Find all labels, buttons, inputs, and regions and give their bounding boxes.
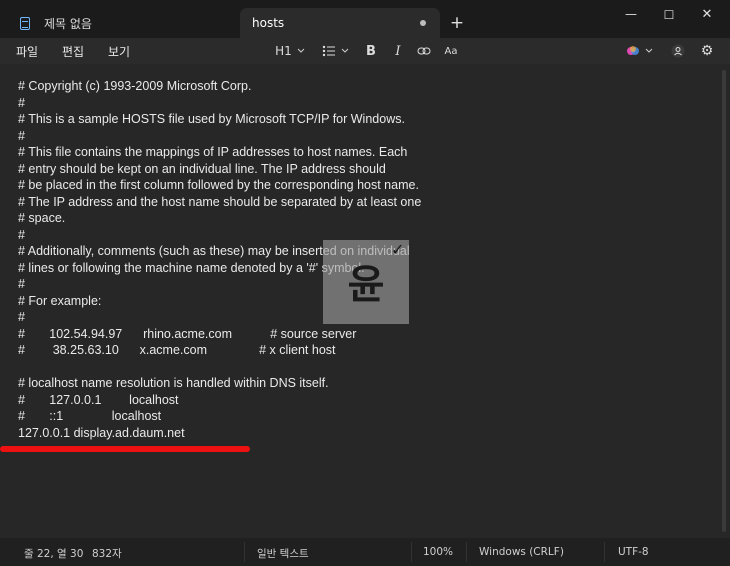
text-line: 127.0.0.1 display.ad.daum.net	[18, 425, 185, 440]
account-icon	[671, 44, 685, 58]
encoding[interactable]: UTF-8	[618, 546, 649, 558]
text-line: # space.	[18, 211, 66, 225]
tab-hosts-label: hosts	[252, 16, 285, 30]
tab-untitled-label: 제목 없음	[44, 16, 92, 31]
italic-button[interactable]: I	[389, 41, 407, 61]
unsaved-dot-icon[interactable]	[420, 20, 426, 26]
text-line: # be placed in the first column followed…	[18, 178, 419, 192]
link-button[interactable]	[414, 41, 434, 61]
status-divider	[466, 542, 467, 562]
copilot-icon	[626, 46, 639, 55]
status-divider	[244, 542, 245, 562]
text-line: # Copyright (c) 1993-2009 Microsoft Corp…	[18, 79, 252, 93]
status-divider	[604, 542, 605, 562]
list-icon	[322, 45, 335, 57]
tab-untitled[interactable]: 제목 없음	[8, 8, 240, 38]
spellcheck-button[interactable]: Aa	[441, 41, 461, 61]
editor-text[interactable]: # Copyright (c) 1993-2009 Microsoft Corp…	[18, 78, 578, 441]
text-line: # ::1 localhost	[18, 409, 162, 423]
text-line: #	[18, 227, 25, 242]
text-line: #	[18, 128, 25, 143]
settings-button[interactable]: ⚙	[698, 41, 716, 61]
chevron-down-icon	[341, 48, 348, 53]
text-line: # 102.54.94.97 rhino.acme.com # source s…	[18, 326, 357, 341]
text-line: # 38.25.63.10 x.acme.com # x client host	[18, 343, 336, 357]
bold-button[interactable]: B	[362, 41, 380, 61]
text-line: # localhost name resolution is handled w…	[18, 376, 329, 390]
text-line: # This is a sample HOSTS file used by Mi…	[18, 112, 405, 126]
heading-label: H1	[275, 44, 292, 58]
new-tab-button[interactable]: +	[448, 12, 466, 34]
menu-view[interactable]: 보기	[108, 43, 130, 60]
gear-icon: ⚙	[700, 43, 714, 59]
chevron-down-icon	[297, 48, 305, 53]
text-line: # lines or following the machine name de…	[18, 260, 365, 275]
watermark-logo: ✓ 윤	[323, 240, 409, 324]
maximize-button[interactable]: ☐	[654, 4, 684, 26]
menu-file[interactable]: 파일	[16, 43, 38, 60]
text-line: # entry should be kept on an individual …	[18, 161, 386, 176]
red-underline-annotation	[0, 446, 250, 452]
text-line: #	[18, 310, 25, 324]
char-count: 832자	[92, 548, 122, 560]
title-bar: 제목 없음 hosts + — ☐ ✕	[0, 0, 730, 38]
text-line: #	[18, 277, 25, 291]
copilot-button[interactable]	[622, 41, 656, 61]
text-line: #	[18, 95, 25, 110]
account-button[interactable]	[669, 41, 687, 61]
text-line: # This file contains the mappings of IP …	[18, 145, 408, 159]
menu-bar: 파일 편집 보기 H1 B I Aa ⚙	[0, 38, 730, 64]
zoom-level[interactable]: 100%	[423, 546, 453, 558]
status-bar: 줄 22, 열 30 832자 일반 텍스트 100% Windows (CRL…	[0, 538, 730, 566]
line-ending[interactable]: Windows (CRLF)	[479, 546, 564, 558]
notepad-icon	[20, 16, 30, 30]
heading-dropdown[interactable]: H1	[273, 41, 307, 61]
text-line: # 127.0.0.1 localhost	[18, 392, 179, 407]
minimize-button[interactable]: —	[616, 4, 646, 26]
text-line: # The IP address and the host name shoul…	[18, 194, 422, 209]
link-icon	[417, 47, 431, 55]
watermark-glyph: 윤	[347, 262, 385, 308]
status-divider	[411, 542, 412, 562]
text-format: 일반 텍스트	[257, 548, 309, 560]
chevron-down-icon	[645, 48, 652, 53]
menu-edit[interactable]: 편집	[62, 43, 84, 60]
text-line: # For example:	[18, 293, 102, 308]
vertical-scrollbar[interactable]	[722, 70, 726, 532]
cursor-position: 줄 22, 열 30	[24, 548, 84, 560]
list-dropdown[interactable]	[319, 41, 351, 61]
tab-hosts[interactable]: hosts	[240, 8, 440, 38]
close-button[interactable]: ✕	[692, 4, 722, 26]
